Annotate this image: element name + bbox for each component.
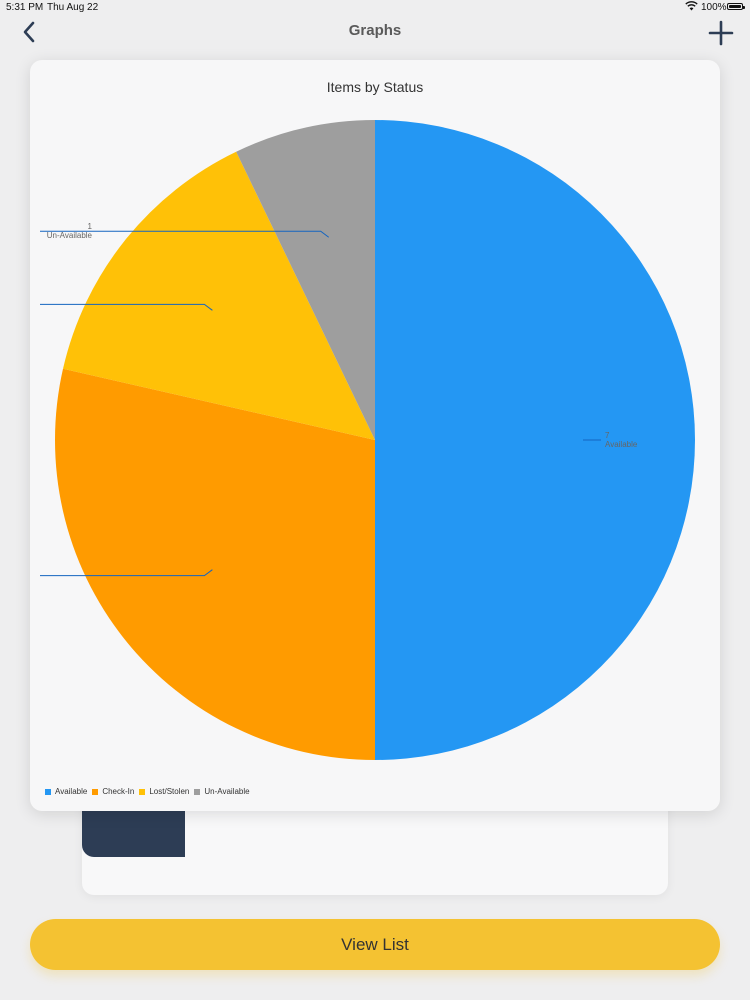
legend-item-check-in: Check-In [92,787,134,796]
battery-icon [727,3,745,10]
legend-swatch-lost-stolen [139,788,146,795]
legend-item-un-available: Un-Available [194,787,250,796]
legend-item-available: Available [45,787,87,796]
legend-label-lost-stolen: Lost/Stolen [149,787,190,796]
battery-percent: 100% [701,2,727,13]
page-title: Graphs [348,22,402,39]
data-label-value-available: 7 [605,431,610,440]
data-label-name-available: Available [605,440,638,449]
data-label-value-un-available: 1 [88,222,93,231]
legend-swatch-check-in [92,788,99,795]
legend-item-lost-stolen: Lost/Stolen [139,787,189,796]
status-bar: 5:31 PM Thu Aug 22 100% [0,0,750,14]
chart-legend: Available Check-In Lost/Stolen Un-Available [45,787,255,796]
legend-label-available: Available [55,787,88,796]
status-time: 5:31 PM [6,2,44,13]
wifi-icon [685,1,698,11]
pie-chart: 7Available 1Un-Available [40,120,695,760]
pie-slice-available [375,120,695,760]
legend-swatch-un-available [194,788,201,795]
data-label-name-un-available: Un-Available [47,231,93,240]
plus-icon[interactable] [706,18,736,48]
legend-swatch-available [45,788,51,795]
legend-label-check-in: Check-In [102,787,135,796]
chart-card: Items by Status 7 Available 1 Un-Available … [30,60,720,811]
view-list-button[interactable]: View List [30,919,720,970]
status-date: Thu Aug 22 [47,2,99,13]
legend-label-un-available: Un-Available [204,787,250,796]
